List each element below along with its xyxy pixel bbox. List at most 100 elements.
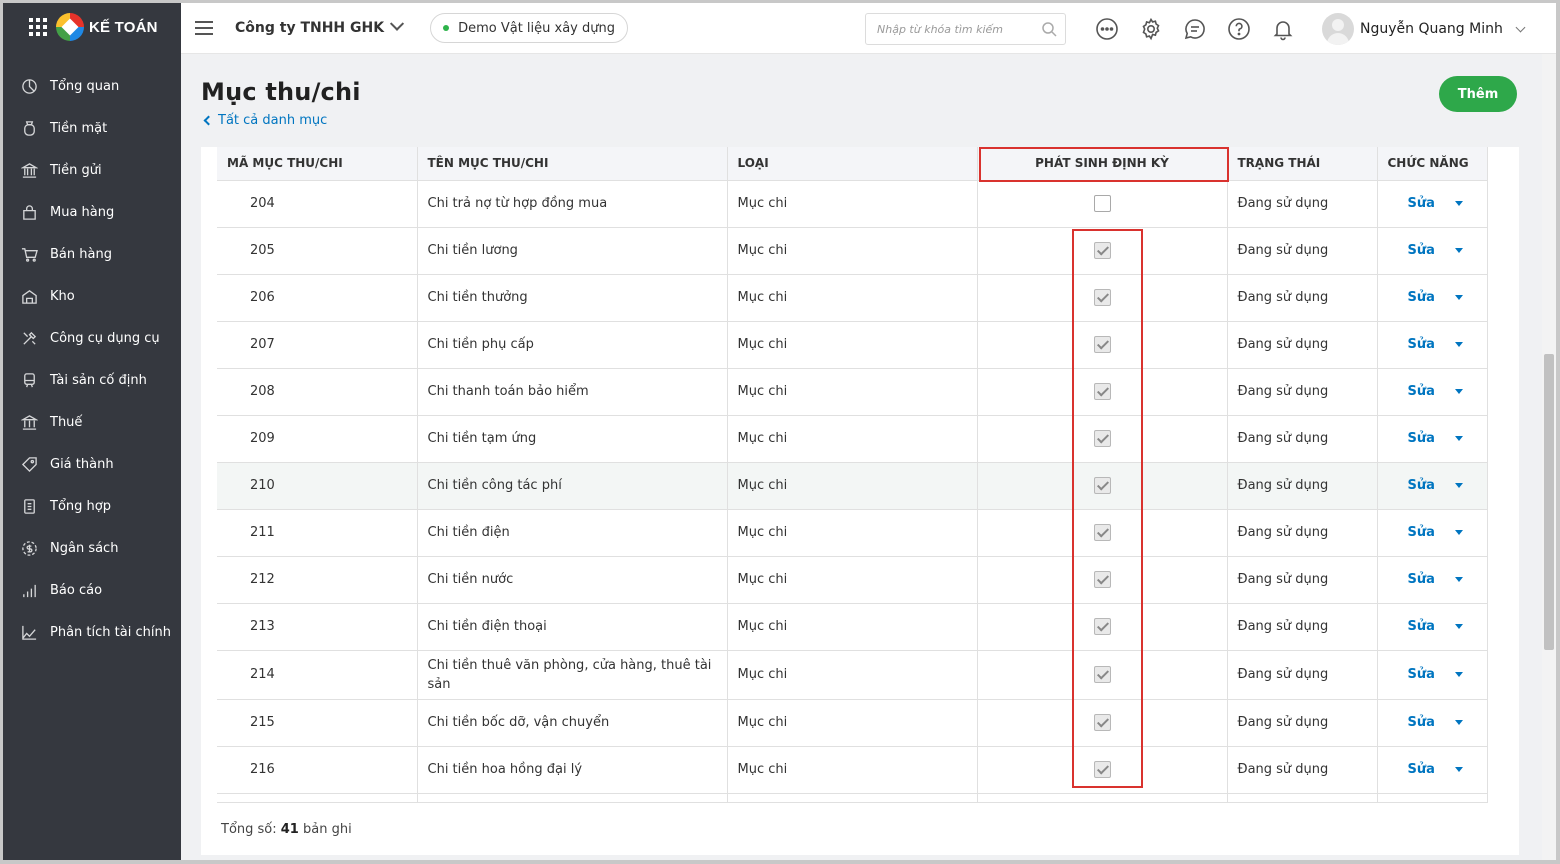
col-header-type[interactable]: LOẠI — [727, 147, 978, 181]
caret-down-icon[interactable] — [1454, 295, 1463, 300]
recurring-checkbox[interactable] — [1093, 666, 1111, 683]
edit-link[interactable]: Sửa — [1408, 617, 1435, 636]
col-header-status[interactable]: TRẠNG THÁI — [1227, 147, 1378, 181]
sidebar-item-10[interactable]: Giá thành — [3, 443, 181, 485]
recurring-checkbox[interactable] — [1093, 430, 1111, 447]
edit-link[interactable]: Sửa — [1408, 665, 1435, 684]
table-row[interactable]: 212 Chi tiền nước Mục chi Đang sử dụng Sửa — [217, 556, 1488, 604]
settings-gear-icon[interactable] — [1139, 17, 1163, 41]
sidebar-item-9[interactable]: Thuế — [3, 401, 181, 443]
caret-down-icon[interactable] — [1454, 389, 1463, 394]
table-row[interactable]: 216 Chi tiền hoa hồng đại lý Mục chi Đang s… — [217, 746, 1488, 794]
edit-link[interactable]: Sửa — [1408, 429, 1435, 448]
hamburger-menu-icon[interactable] — [195, 21, 213, 35]
sidebar-item-8[interactable]: Tài sản cố định — [3, 359, 181, 401]
recurring-checkbox[interactable] — [1093, 477, 1111, 494]
recurring-checkbox[interactable] — [1093, 761, 1111, 778]
sidebar-item-label: Tổng hợp — [50, 498, 111, 514]
demo-label: Demo Vật liệu xây dựng — [458, 20, 615, 36]
recurring-checkbox[interactable] — [1093, 524, 1111, 541]
back-to-catalog-link[interactable]: Tất cả danh mục — [203, 113, 327, 128]
page-scrollbar[interactable] — [1542, 54, 1556, 860]
table-row[interactable]: 205 Chi tiền lương Mục chi Đang sử dụng Sửa — [217, 227, 1488, 275]
recurring-checkbox[interactable] — [1093, 242, 1111, 259]
recurring-checkbox[interactable] — [1093, 195, 1111, 212]
sidebar-item-5[interactable]: Bán hàng — [3, 233, 181, 275]
table-row[interactable]: 214 Chi tiền thuê văn phòng, cửa hàng, th… — [217, 650, 1488, 700]
caret-down-icon[interactable] — [1454, 530, 1463, 535]
top-header: Công ty TNHH GHK Demo Vật liệu xây dựng — [181, 3, 1556, 54]
table-row[interactable]: 208 Chi thanh toán bảo hiểm Mục chi Đang sử… — [217, 368, 1488, 416]
user-menu[interactable]: Nguyễn Quang Minh — [1322, 13, 1526, 45]
table-row[interactable]: 204 Chi trả nợ từ hợp đồng mua Mục chi Đang… — [217, 180, 1488, 228]
sidebar-item-14[interactable]: Phân tích tài chính — [3, 611, 181, 653]
edit-link[interactable]: Sửa — [1408, 382, 1435, 401]
sidebar-item-7[interactable]: Công cụ dụng cụ — [3, 317, 181, 359]
sidebar-item-2[interactable]: Tiền mặt — [3, 107, 181, 149]
cell-name: Chi tiền điện thoại — [417, 603, 728, 651]
sidebar-item-label: Tài sản cố định — [50, 372, 147, 388]
recurring-checkbox[interactable] — [1093, 336, 1111, 353]
cell-recurring — [977, 556, 1228, 604]
col-header-code[interactable]: MÃ MỤC THU/CHI — [217, 147, 418, 181]
sidebar-item-11[interactable]: Tổng hợp — [3, 485, 181, 527]
caret-down-icon[interactable] — [1454, 767, 1463, 772]
recurring-checkbox[interactable] — [1093, 618, 1111, 635]
table-row[interactable]: 209 Chi tiền tạm ứng Mục chi Đang sử dụng Sử… — [217, 415, 1488, 463]
sidebar-item-13[interactable]: Báo cáo — [3, 569, 181, 611]
sidebar-item-6[interactable]: Kho — [3, 275, 181, 317]
col-header-name[interactable]: TÊN MỤC THU/CHI — [417, 147, 728, 181]
caret-down-icon[interactable] — [1454, 342, 1463, 347]
cell-code: 206 — [217, 274, 418, 322]
edit-link[interactable]: Sửa — [1408, 476, 1435, 495]
app-grid-icon[interactable] — [29, 18, 47, 36]
help-icon[interactable] — [1227, 17, 1251, 41]
table-row[interactable]: 215 Chi tiền bốc dỡ, vận chuyển Mục chi Đan… — [217, 699, 1488, 747]
recurring-checkbox[interactable] — [1093, 289, 1111, 306]
caret-down-icon[interactable] — [1454, 672, 1463, 677]
caret-down-icon[interactable] — [1454, 436, 1463, 441]
edit-link[interactable]: Sửa — [1408, 760, 1435, 779]
table-row[interactable]: 210 Chi tiền công tác phí Mục chi Đang sử d… — [217, 462, 1488, 510]
cell-recurring — [977, 180, 1228, 228]
caret-down-icon[interactable] — [1454, 201, 1463, 206]
caret-down-icon[interactable] — [1454, 577, 1463, 582]
company-selector[interactable]: Công ty TNHH GHK — [235, 16, 405, 36]
edit-link[interactable]: Sửa — [1408, 570, 1435, 589]
recurring-checkbox[interactable] — [1093, 383, 1111, 400]
sidebar-item-12[interactable]: Ngân sách — [3, 527, 181, 569]
cell-recurring — [977, 368, 1228, 416]
sidebar-item-3[interactable]: Tiền gửi — [3, 149, 181, 191]
recurring-checkbox[interactable] — [1093, 571, 1111, 588]
edit-link[interactable]: Sửa — [1408, 523, 1435, 542]
chevron-left-icon — [203, 115, 214, 126]
table-row[interactable]: 206 Chi tiền thưởng Mục chi Đang sử dụng Sửa — [217, 274, 1488, 322]
table-row[interactable]: 207 Chi tiền phụ cấp Mục chi Đang sử dụng Sử… — [217, 321, 1488, 369]
recurring-checkbox[interactable] — [1093, 714, 1111, 731]
document-icon — [20, 497, 38, 515]
chat-icon[interactable] — [1183, 17, 1207, 41]
search-icon[interactable] — [1041, 21, 1057, 37]
table-row[interactable]: 213 Chi tiền điện thoại Mục chi Đang sử dụn… — [217, 603, 1488, 651]
edit-link[interactable]: Sửa — [1408, 241, 1435, 260]
sidebar-item-1[interactable]: Tổng quan — [3, 65, 181, 107]
edit-link[interactable]: Sửa — [1408, 335, 1435, 354]
add-button[interactable]: Thêm — [1439, 76, 1517, 112]
table-row[interactable]: 211 Chi tiền điện Mục chi Đang sử dụng Sửa — [217, 509, 1488, 557]
edit-link[interactable]: Sửa — [1408, 713, 1435, 732]
demo-dataset-badge[interactable]: Demo Vật liệu xây dựng — [430, 13, 628, 43]
more-options-icon[interactable] — [1095, 17, 1119, 41]
edit-link[interactable]: Sửa — [1408, 194, 1435, 213]
cell-name: Chi tiền nước — [417, 556, 728, 604]
caret-down-icon[interactable] — [1454, 248, 1463, 253]
caret-down-icon[interactable] — [1454, 720, 1463, 725]
cell-code: 204 — [217, 180, 418, 228]
col-header-recurring[interactable]: PHÁT SINH ĐỊNH KỲ — [977, 147, 1228, 181]
edit-link[interactable]: Sửa — [1408, 288, 1435, 307]
notification-bell-icon[interactable] — [1271, 17, 1295, 41]
caret-down-icon[interactable] — [1454, 483, 1463, 488]
search-input[interactable] — [877, 22, 1037, 36]
sidebar-item-4[interactable]: Mua hàng — [3, 191, 181, 233]
caret-down-icon[interactable] — [1454, 624, 1463, 629]
scrollbar-thumb[interactable] — [1544, 354, 1554, 650]
